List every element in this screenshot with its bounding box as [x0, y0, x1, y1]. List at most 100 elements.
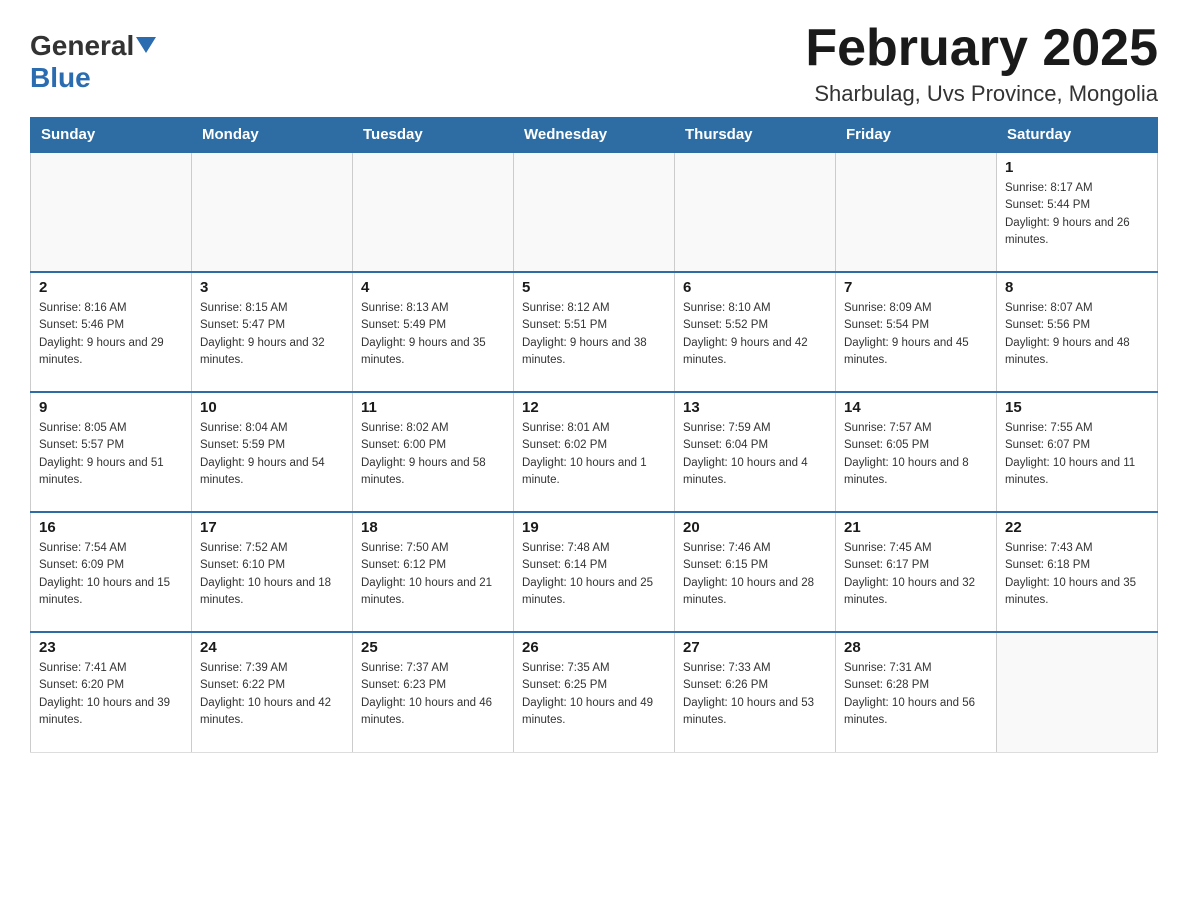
day-info: Sunrise: 8:05 AM Sunset: 5:57 PM Dayligh…: [39, 420, 183, 489]
day-info: Sunrise: 7:39 AM Sunset: 6:22 PM Dayligh…: [200, 660, 344, 729]
calendar-cell: 10 Sunrise: 8:04 AM Sunset: 5:59 PM Dayli…: [192, 392, 353, 512]
day-number: 21: [844, 519, 988, 536]
day-number: 27: [683, 639, 827, 656]
day-info: Sunrise: 8:16 AM Sunset: 5:46 PM Dayligh…: [39, 300, 183, 369]
weekday-header-saturday: Saturday: [997, 118, 1158, 153]
day-number: 8: [1005, 279, 1149, 296]
calendar-cell: 28 Sunrise: 7:31 AM Sunset: 6:28 PM Dayli…: [836, 632, 997, 752]
calendar-cell: [675, 152, 836, 272]
day-number: 10: [200, 399, 344, 416]
calendar-week-row: 1Sunrise: 8:17 AM Sunset: 5:44 PM Daylig…: [31, 152, 1158, 272]
day-info: Sunrise: 8:04 AM Sunset: 5:59 PM Dayligh…: [200, 420, 344, 489]
day-number: 9: [39, 399, 183, 416]
day-info: Sunrise: 7:57 AM Sunset: 6:05 PM Dayligh…: [844, 420, 988, 489]
day-number: 6: [683, 279, 827, 296]
calendar-cell: 19Sunrise: 7:48 AM Sunset: 6:14 PM Dayli…: [514, 512, 675, 632]
calendar-cell: 17 Sunrise: 7:52 AM Sunset: 6:10 PM Dayli…: [192, 512, 353, 632]
month-title: February 2025: [805, 20, 1158, 77]
day-number: 28: [844, 639, 988, 656]
day-info: Sunrise: 7:55 AM Sunset: 6:07 PM Dayligh…: [1005, 420, 1149, 489]
weekday-header-sunday: Sunday: [31, 118, 192, 153]
calendar-cell: 26Sunrise: 7:35 AM Sunset: 6:25 PM Dayli…: [514, 632, 675, 752]
calendar-cell: 6 Sunrise: 8:10 AM Sunset: 5:52 PM Daylig…: [675, 272, 836, 392]
day-info: Sunrise: 8:17 AM Sunset: 5:44 PM Dayligh…: [1005, 180, 1149, 249]
day-info: Sunrise: 7:52 AM Sunset: 6:10 PM Dayligh…: [200, 540, 344, 609]
day-info: Sunrise: 7:37 AM Sunset: 6:23 PM Dayligh…: [361, 660, 505, 729]
weekday-header-thursday: Thursday: [675, 118, 836, 153]
day-number: 5: [522, 279, 666, 296]
calendar-cell: [192, 152, 353, 272]
day-number: 16: [39, 519, 183, 536]
calendar-week-row: 16 Sunrise: 7:54 AM Sunset: 6:09 PM Dayli…: [31, 512, 1158, 632]
page-header: General Blue February 2025 Sharbulag, Uv…: [30, 20, 1158, 107]
calendar-cell: 25 Sunrise: 7:37 AM Sunset: 6:23 PM Dayli…: [353, 632, 514, 752]
logo-blue-text: Blue: [30, 62, 91, 94]
logo-triangle-icon: [136, 37, 156, 53]
calendar-cell: 12 Sunrise: 8:01 AM Sunset: 6:02 PM Dayli…: [514, 392, 675, 512]
day-info: Sunrise: 7:46 AM Sunset: 6:15 PM Dayligh…: [683, 540, 827, 609]
day-number: 23: [39, 639, 183, 656]
day-info: Sunrise: 8:01 AM Sunset: 6:02 PM Dayligh…: [522, 420, 666, 489]
calendar-cell: 23 Sunrise: 7:41 AM Sunset: 6:20 PM Dayli…: [31, 632, 192, 752]
calendar-cell: 11 Sunrise: 8:02 AM Sunset: 6:00 PM Dayli…: [353, 392, 514, 512]
calendar-cell: 4Sunrise: 8:13 AM Sunset: 5:49 PM Daylig…: [353, 272, 514, 392]
day-info: Sunrise: 8:15 AM Sunset: 5:47 PM Dayligh…: [200, 300, 344, 369]
day-info: Sunrise: 8:02 AM Sunset: 6:00 PM Dayligh…: [361, 420, 505, 489]
day-info: Sunrise: 8:10 AM Sunset: 5:52 PM Dayligh…: [683, 300, 827, 369]
calendar-cell: 13 Sunrise: 7:59 AM Sunset: 6:04 PM Dayli…: [675, 392, 836, 512]
logo-general-text: General: [30, 30, 134, 62]
weekday-header-tuesday: Tuesday: [353, 118, 514, 153]
calendar-cell: 24 Sunrise: 7:39 AM Sunset: 6:22 PM Dayli…: [192, 632, 353, 752]
calendar-cell: 2 Sunrise: 8:16 AM Sunset: 5:46 PM Daylig…: [31, 272, 192, 392]
weekday-header-friday: Friday: [836, 118, 997, 153]
day-info: Sunrise: 7:54 AM Sunset: 6:09 PM Dayligh…: [39, 540, 183, 609]
day-number: 12: [522, 399, 666, 416]
calendar-cell: 21Sunrise: 7:45 AM Sunset: 6:17 PM Dayli…: [836, 512, 997, 632]
day-info: Sunrise: 7:43 AM Sunset: 6:18 PM Dayligh…: [1005, 540, 1149, 609]
day-info: Sunrise: 7:41 AM Sunset: 6:20 PM Dayligh…: [39, 660, 183, 729]
day-number: 4: [361, 279, 505, 296]
calendar-cell: 5 Sunrise: 8:12 AM Sunset: 5:51 PM Daylig…: [514, 272, 675, 392]
title-block: February 2025 Sharbulag, Uvs Province, M…: [805, 20, 1158, 107]
day-info: Sunrise: 8:09 AM Sunset: 5:54 PM Dayligh…: [844, 300, 988, 369]
day-number: 7: [844, 279, 988, 296]
day-number: 14: [844, 399, 988, 416]
day-number: 17: [200, 519, 344, 536]
calendar-header-row: SundayMondayTuesdayWednesdayThursdayFrid…: [31, 118, 1158, 153]
calendar-cell: [836, 152, 997, 272]
weekday-header-wednesday: Wednesday: [514, 118, 675, 153]
day-number: 22: [1005, 519, 1149, 536]
day-info: Sunrise: 7:33 AM Sunset: 6:26 PM Dayligh…: [683, 660, 827, 729]
calendar-week-row: 23 Sunrise: 7:41 AM Sunset: 6:20 PM Dayli…: [31, 632, 1158, 752]
day-info: Sunrise: 7:59 AM Sunset: 6:04 PM Dayligh…: [683, 420, 827, 489]
weekday-header-monday: Monday: [192, 118, 353, 153]
day-info: Sunrise: 7:50 AM Sunset: 6:12 PM Dayligh…: [361, 540, 505, 609]
day-number: 2: [39, 279, 183, 296]
calendar-cell: 7 Sunrise: 8:09 AM Sunset: 5:54 PM Daylig…: [836, 272, 997, 392]
day-number: 13: [683, 399, 827, 416]
calendar-cell: [353, 152, 514, 272]
location-title: Sharbulag, Uvs Province, Mongolia: [805, 81, 1158, 107]
calendar-cell: 15Sunrise: 7:55 AM Sunset: 6:07 PM Dayli…: [997, 392, 1158, 512]
calendar-cell: 14 Sunrise: 7:57 AM Sunset: 6:05 PM Dayli…: [836, 392, 997, 512]
logo: General Blue: [30, 30, 156, 94]
calendar-cell: [997, 632, 1158, 752]
calendar-cell: 27 Sunrise: 7:33 AM Sunset: 6:26 PM Dayli…: [675, 632, 836, 752]
day-number: 3: [200, 279, 344, 296]
day-number: 11: [361, 399, 505, 416]
calendar-cell: 1Sunrise: 8:17 AM Sunset: 5:44 PM Daylig…: [997, 152, 1158, 272]
day-info: Sunrise: 8:12 AM Sunset: 5:51 PM Dayligh…: [522, 300, 666, 369]
day-number: 19: [522, 519, 666, 536]
calendar-cell: [31, 152, 192, 272]
day-info: Sunrise: 7:31 AM Sunset: 6:28 PM Dayligh…: [844, 660, 988, 729]
calendar-week-row: 9 Sunrise: 8:05 AM Sunset: 5:57 PM Daylig…: [31, 392, 1158, 512]
logo-blue-part: [134, 37, 156, 55]
day-info: Sunrise: 8:07 AM Sunset: 5:56 PM Dayligh…: [1005, 300, 1149, 369]
day-number: 25: [361, 639, 505, 656]
calendar-cell: 20 Sunrise: 7:46 AM Sunset: 6:15 PM Dayli…: [675, 512, 836, 632]
calendar-cell: 8 Sunrise: 8:07 AM Sunset: 5:56 PM Daylig…: [997, 272, 1158, 392]
calendar-cell: 3 Sunrise: 8:15 AM Sunset: 5:47 PM Daylig…: [192, 272, 353, 392]
day-number: 24: [200, 639, 344, 656]
day-info: Sunrise: 7:35 AM Sunset: 6:25 PM Dayligh…: [522, 660, 666, 729]
day-number: 20: [683, 519, 827, 536]
